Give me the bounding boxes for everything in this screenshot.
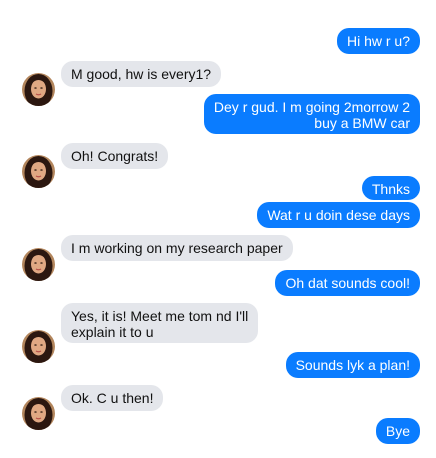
- message-received: Yes, it is! Meet me tom nd I'll explain …: [61, 303, 259, 343]
- message-sent: Dey r gud. I m going 2morrow 2 buy a BMW…: [203, 94, 420, 134]
- contact-avatar-icon: [22, 330, 55, 363]
- message-sent: Sounds lyk a plan!: [285, 352, 420, 378]
- message-sent: Bye: [375, 418, 420, 444]
- message-sent: Thnks: [361, 176, 420, 200]
- message-sent: Wat r u doin dese days: [257, 202, 420, 228]
- message-sent: Hi hw r u?: [336, 28, 420, 54]
- contact-avatar-icon: [22, 155, 55, 188]
- message-sent: Oh dat sounds cool!: [275, 270, 420, 296]
- message-received: I m working on my research paper: [61, 235, 293, 261]
- message-received: M good, hw is every1?: [61, 61, 222, 87]
- contact-avatar-icon: [22, 73, 55, 106]
- contact-avatar-icon: [22, 248, 55, 281]
- message-received: Oh! Congrats!: [61, 143, 169, 169]
- message-received: Ok. C u then!: [61, 385, 164, 411]
- contact-avatar-icon: [22, 397, 55, 430]
